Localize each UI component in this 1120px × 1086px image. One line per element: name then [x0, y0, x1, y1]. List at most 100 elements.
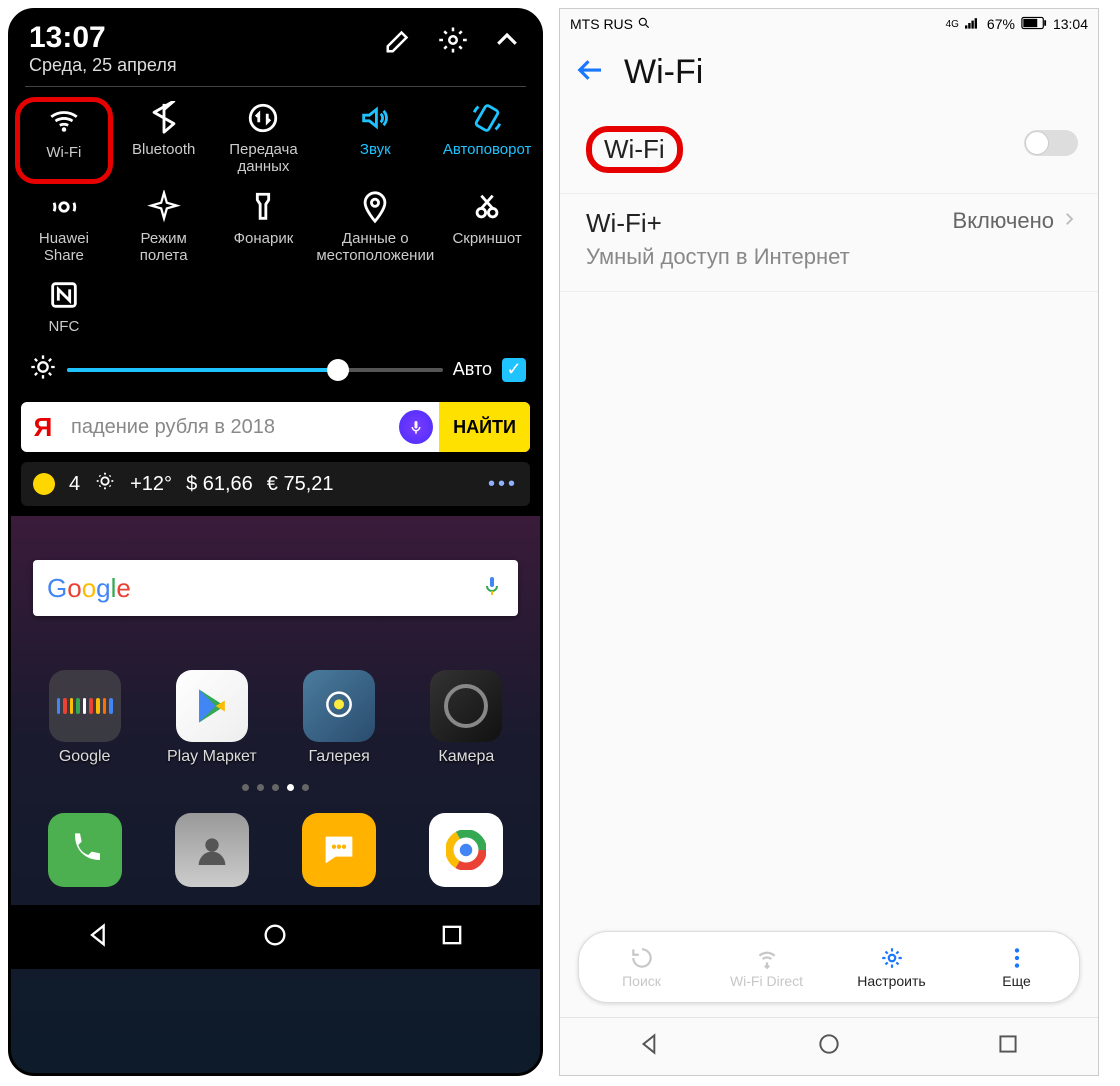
moon-icon [33, 473, 55, 495]
qs-nfc-tile[interactable]: NFC [15, 274, 113, 343]
wifi-plus-row[interactable]: Wi-Fi+ Умный доступ в Интернет Включено [560, 194, 1098, 292]
qs-huaweishare-tile[interactable]: Huawei Share [15, 186, 113, 273]
wifi-plus-value: Включено [953, 208, 1054, 234]
flashlight-icon [246, 190, 280, 224]
nav-home-icon[interactable] [816, 1031, 842, 1062]
google-search-widget[interactable]: Google [33, 560, 518, 616]
battery-pct: 67% [987, 16, 1015, 32]
weather-more-icon[interactable]: ••• [488, 473, 518, 496]
qs-flashlight-tile[interactable]: Фонарик [215, 186, 313, 273]
qs-label: Режим полета [117, 230, 211, 265]
nav-recent-icon[interactable] [995, 1031, 1021, 1062]
nfc-icon [47, 278, 81, 312]
nav-home-icon[interactable] [261, 921, 289, 954]
app-gallery[interactable]: Галерея [289, 670, 389, 766]
menu-label: Wi-Fi Direct [730, 973, 803, 989]
menu-label: Настроить [857, 973, 925, 989]
highlight-wifi-label: Wi-Fi [586, 126, 683, 173]
sound-icon [358, 101, 392, 135]
app-google-folder[interactable]: Google [35, 670, 135, 766]
yandex-search-bar[interactable]: Я падение рубля в 2018 НАЙТИ [21, 402, 530, 452]
more-vertical-icon [1004, 945, 1030, 971]
autorotate-icon [470, 101, 504, 135]
nav-recent-icon[interactable] [438, 921, 466, 954]
google-mic-icon[interactable] [480, 574, 504, 603]
qs-screenshot-tile[interactable]: Скриншот [438, 186, 536, 273]
app-label: Play Маркет [167, 748, 257, 766]
night-temp: 4 [69, 473, 80, 496]
app-play-market[interactable]: Play Маркет [162, 670, 262, 766]
data-transfer-icon [246, 101, 280, 135]
menu-more[interactable]: Еще [954, 932, 1079, 1002]
phone-left-quicksettings: 13:07 Среда, 25 апреля Wi-Fi Bluetooth П… [8, 8, 543, 1076]
quicksettings-grid: Wi-Fi Bluetooth Передача данных Звук Авт… [11, 93, 540, 343]
day-temp: +12° [130, 473, 172, 496]
wifi-plus-title: Wi-Fi+ [586, 208, 850, 239]
qs-label: Данные о местоположении [316, 230, 434, 265]
qs-bluetooth-tile[interactable]: Bluetooth [115, 97, 213, 184]
wifi-plus-value-block: Включено [953, 208, 1078, 234]
dock-messages-icon[interactable] [302, 813, 376, 887]
app-label: Камера [438, 748, 494, 766]
huaweishare-icon [47, 190, 81, 224]
location-icon [358, 190, 392, 224]
status-bar-left: 13:07 Среда, 25 апреля [11, 11, 540, 80]
qs-data-tile[interactable]: Передача данных [215, 97, 313, 184]
usd-rate: $ 61,66 [186, 473, 253, 496]
search-placeholder[interactable]: падение рубля в 2018 [65, 416, 399, 439]
qs-top-actions [384, 25, 522, 60]
qs-label: Звук [360, 141, 391, 158]
home-dock [11, 799, 540, 905]
qs-label: Фонарик [234, 230, 294, 247]
qs-wifi-tile[interactable]: Wi-Fi [15, 97, 113, 184]
search-find-button[interactable]: НАЙТИ [439, 402, 530, 452]
menu-configure[interactable]: Настроить [829, 932, 954, 1002]
clock-time: 13:07 [29, 21, 177, 55]
voice-mic-icon[interactable] [399, 410, 433, 444]
qs-label: Скриншот [452, 230, 521, 247]
dock-contacts-icon[interactable] [175, 813, 249, 887]
bluetooth-icon [147, 101, 181, 135]
qs-sound-tile[interactable]: Звук [314, 97, 436, 184]
brightness-slider[interactable] [67, 368, 443, 372]
home-app-row: Google Play Маркет Галерея Камера [11, 640, 540, 776]
dock-phone-icon[interactable] [48, 813, 122, 887]
battery-icon [1021, 16, 1047, 33]
android-navbar-left [11, 905, 540, 969]
wifi-plus-subtitle: Умный доступ в Интернет [586, 243, 850, 271]
phone-right-wifi-settings: MTS RUS 4G 67% 13:04 Wi-Fi Wi-Fi Wi-Fi+ … [559, 8, 1099, 1076]
page-title: Wi-Fi [624, 53, 703, 92]
qs-location-tile[interactable]: Данные о местоположении [314, 186, 436, 273]
brightness-auto-checkbox[interactable]: ✓ [502, 358, 526, 382]
settings-gear-icon[interactable] [438, 25, 468, 60]
clock-date: Среда, 25 апреля [29, 55, 177, 76]
back-arrow-icon[interactable] [576, 55, 606, 90]
qs-airplane-tile[interactable]: Режим полета [115, 186, 213, 273]
camera-icon [430, 670, 502, 742]
wifi-toggle-switch[interactable] [1024, 130, 1078, 156]
dock-chrome-icon[interactable] [429, 813, 503, 887]
nav-back-icon[interactable] [637, 1031, 663, 1062]
brightness-knob[interactable] [327, 359, 349, 381]
status-clock: 13:04 [1053, 16, 1088, 32]
app-camera[interactable]: Камера [416, 670, 516, 766]
brightness-auto-label: Авто [453, 359, 492, 380]
qs-label: Передача данных [217, 141, 311, 176]
settings-header: Wi-Fi [560, 39, 1098, 112]
qs-label: Автоповорот [443, 141, 532, 158]
menu-label: Поиск [622, 973, 661, 989]
chevron-right-icon [1060, 208, 1078, 234]
edit-icon[interactable] [384, 25, 414, 60]
menu-wifi-direct[interactable]: Wi-Fi Direct [704, 932, 829, 1002]
gear-icon [879, 945, 905, 971]
carrier-label: MTS RUS [570, 16, 633, 32]
gallery-icon [303, 670, 375, 742]
home-screen-dimmed: Google Google Play Маркет Галерея [11, 516, 540, 1073]
qs-autorotate-tile[interactable]: Автоповорот [438, 97, 536, 184]
collapse-chevron-icon[interactable] [492, 25, 522, 60]
nav-back-icon[interactable] [85, 921, 113, 954]
refresh-icon [629, 945, 655, 971]
weather-widget[interactable]: 4 +12° $ 61,66 € 75,21 ••• [21, 462, 530, 506]
menu-search[interactable]: Поиск [579, 932, 704, 1002]
wifi-toggle-row[interactable]: Wi-Fi [560, 112, 1098, 194]
